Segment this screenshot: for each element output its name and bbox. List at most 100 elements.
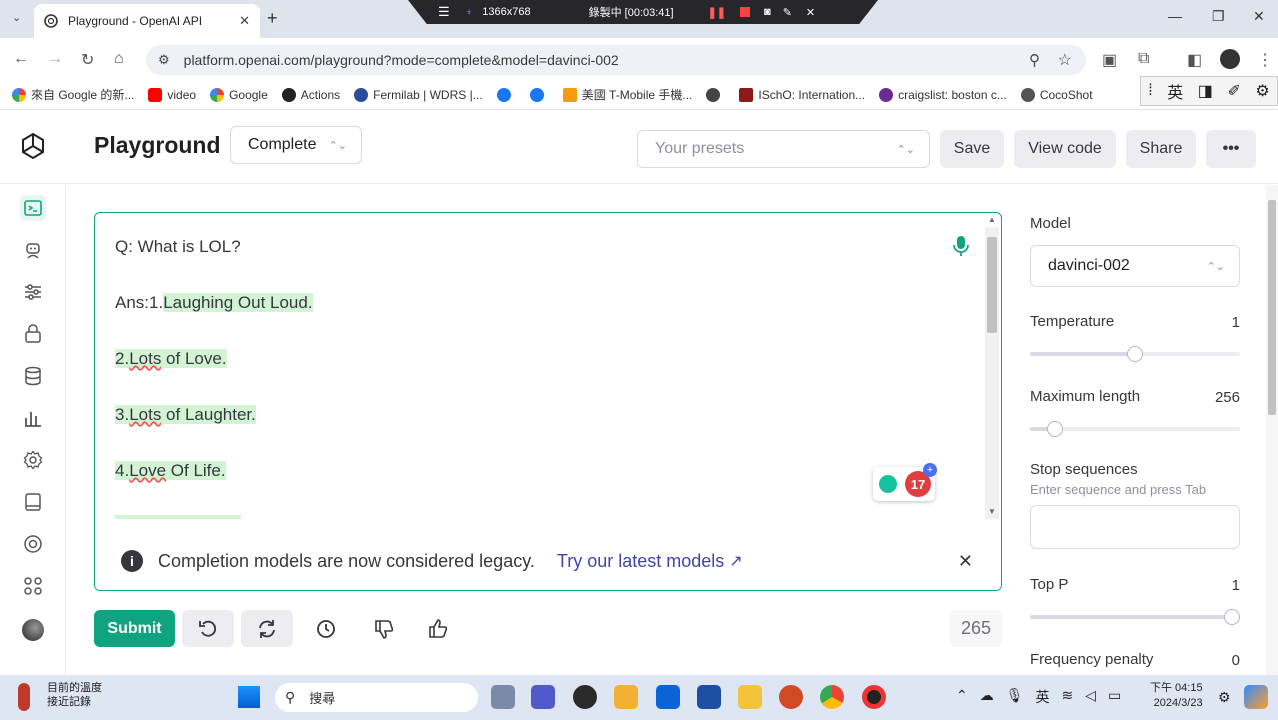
bookmark-star-icon[interactable]: ☆ bbox=[1058, 50, 1072, 70]
legacy-link[interactable]: Try our latest models bbox=[557, 551, 724, 572]
home-icon[interactable]: ⌂ bbox=[114, 50, 124, 68]
editor-scroll-thumb[interactable] bbox=[987, 237, 997, 333]
ime-language[interactable]: 英 bbox=[1167, 79, 1183, 103]
bookmark-item[interactable] bbox=[706, 87, 725, 102]
store-icon[interactable] bbox=[614, 685, 638, 709]
bookmark-item[interactable] bbox=[496, 87, 516, 102]
prompt-editor[interactable]: Q: What is LOL? Ans:1.Laughing Out Loud.… bbox=[94, 212, 1002, 591]
puzzle-icon[interactable]: ⧉ bbox=[1138, 50, 1149, 68]
window-restore-icon[interactable]: ❐ bbox=[1212, 8, 1225, 25]
browser-menu-icon[interactable]: ⋮ bbox=[1257, 50, 1273, 70]
presets-select[interactable]: Your presets ⌃⌄ bbox=[637, 130, 930, 168]
weather-widget[interactable]: 目前的溫度 接近記錄 bbox=[22, 681, 102, 709]
ime-width-icon[interactable]: ◨ bbox=[1198, 81, 1213, 101]
openai-logo-icon[interactable] bbox=[17, 130, 49, 162]
battery-icon[interactable]: ▭ bbox=[1108, 687, 1121, 707]
sidebar-docs-icon[interactable] bbox=[20, 489, 46, 515]
slider-thumb[interactable] bbox=[1127, 346, 1143, 362]
microphone-tray-icon[interactable]: 🎙 bbox=[1006, 687, 1024, 707]
sidebar-lock-icon[interactable] bbox=[20, 321, 46, 347]
file-explorer-icon[interactable] bbox=[738, 685, 762, 709]
windows-start-icon[interactable] bbox=[238, 686, 260, 708]
recorder-pin-icon[interactable]: ⍖ bbox=[466, 6, 473, 19]
scroll-up-icon[interactable]: ▲ bbox=[988, 215, 996, 224]
profile-avatar[interactable] bbox=[1220, 49, 1240, 69]
bookmark-item[interactable]: 來自 Google 的新... bbox=[12, 86, 134, 103]
ime-tool-icon[interactable]: ✐ bbox=[1227, 81, 1240, 101]
copilot-icon[interactable] bbox=[1244, 685, 1268, 709]
close-notice-icon[interactable]: ✕ bbox=[958, 551, 973, 572]
recorder-close-icon[interactable]: ✕ bbox=[806, 6, 815, 19]
app-u-icon[interactable] bbox=[656, 685, 680, 709]
sidebar-storage-icon[interactable] bbox=[20, 363, 46, 389]
recorder-camera-icon[interactable]: ◙ bbox=[764, 6, 771, 18]
recorder-menu-icon[interactable]: ☰ bbox=[438, 4, 450, 20]
scroll-down-icon[interactable]: ▼ bbox=[988, 507, 996, 516]
task-view-icon[interactable] bbox=[491, 685, 515, 709]
bookmark-item[interactable]: 美國 T-Mobile 手機... bbox=[562, 86, 692, 103]
slider-thumb[interactable] bbox=[1224, 609, 1240, 625]
view-code-button[interactable]: View code bbox=[1014, 130, 1116, 168]
reload-icon[interactable]: ↻ bbox=[81, 50, 94, 70]
bookmark-item[interactable]: video bbox=[148, 87, 196, 102]
share-button[interactable]: Share bbox=[1126, 130, 1196, 168]
extension-icon[interactable]: ▣ bbox=[1102, 50, 1117, 70]
sidebar-help-icon[interactable] bbox=[20, 531, 46, 557]
code-app-icon[interactable] bbox=[573, 685, 597, 709]
panel-scroll-thumb[interactable] bbox=[1268, 200, 1276, 415]
teams-icon[interactable] bbox=[531, 685, 555, 709]
save-button[interactable]: Save bbox=[940, 130, 1004, 168]
submit-button[interactable]: Submit bbox=[94, 610, 175, 647]
volume-icon[interactable]: ◁ bbox=[1085, 687, 1096, 707]
sidepanel-icon[interactable]: ◧ bbox=[1187, 50, 1202, 70]
thumbs-up-button[interactable] bbox=[412, 610, 464, 647]
sidebar-finetune-icon[interactable] bbox=[20, 279, 46, 305]
bookmark-item[interactable]: ISchO: Internation... bbox=[739, 87, 865, 102]
top-p-slider[interactable] bbox=[1030, 609, 1240, 625]
regenerate-button[interactable] bbox=[241, 610, 293, 647]
sidebar-assistants-icon[interactable] bbox=[20, 237, 46, 263]
slider-thumb[interactable] bbox=[1047, 421, 1064, 437]
thumbs-down-button[interactable] bbox=[358, 610, 410, 647]
recorder-pause-icon[interactable]: ❚❚ bbox=[708, 6, 726, 19]
temperature-slider[interactable] bbox=[1030, 346, 1240, 362]
tray-app-icon[interactable]: ☁ bbox=[980, 687, 994, 707]
max-length-slider[interactable] bbox=[1030, 421, 1240, 437]
url-bar[interactable]: ⚙ platform.openai.com/playground?mode=co… bbox=[146, 45, 1086, 75]
model-select[interactable]: davinci-002 ⌃⌄ bbox=[1030, 245, 1240, 287]
window-minimize-icon[interactable]: — bbox=[1168, 8, 1182, 24]
bookmark-item[interactable] bbox=[529, 87, 549, 102]
sidebar-apps-icon[interactable] bbox=[20, 573, 46, 599]
tray-chevron-icon[interactable]: ⌃ bbox=[956, 687, 968, 707]
bookmark-item[interactable]: CocoShot bbox=[1020, 87, 1093, 102]
bookmark-item[interactable]: Fermilab | WDRS |... bbox=[354, 87, 483, 102]
bookmark-item[interactable]: Google bbox=[210, 87, 268, 102]
stop-sequences-input[interactable] bbox=[1030, 505, 1240, 549]
recorder-stop-icon[interactable] bbox=[740, 7, 751, 17]
wifi-icon[interactable]: ≋ bbox=[1062, 687, 1074, 707]
microphone-icon[interactable] bbox=[952, 235, 970, 257]
tab-search-chevron-icon[interactable]: ⌄ bbox=[12, 11, 21, 24]
forward-icon[interactable]: → bbox=[47, 50, 63, 68]
external-link-icon[interactable]: ↗ bbox=[729, 551, 742, 571]
undo-button[interactable] bbox=[182, 610, 234, 647]
new-tab-icon[interactable]: + bbox=[267, 8, 278, 29]
zoom-icon[interactable]: ⚲ bbox=[1029, 51, 1040, 69]
browser-tab-active[interactable]: Playground - OpenAI API ✕ bbox=[34, 4, 260, 38]
mode-select[interactable]: Complete ⌃⌄ bbox=[230, 126, 362, 164]
bookmark-item[interactable]: craigslist: boston c... bbox=[879, 87, 1007, 102]
site-info-icon[interactable]: ⚙ bbox=[158, 52, 170, 68]
word-icon[interactable] bbox=[697, 685, 721, 709]
taskbar-clock[interactable]: 下午 04:15 2024/3/23 bbox=[1150, 681, 1203, 711]
ime-settings-icon[interactable]: ⚙ bbox=[1255, 81, 1269, 101]
chrome-icon[interactable] bbox=[820, 685, 844, 709]
window-close-icon[interactable]: ✕ bbox=[1253, 8, 1265, 25]
sidebar-playground-icon[interactable] bbox=[20, 195, 46, 221]
history-button[interactable] bbox=[300, 610, 352, 647]
settings-tray-icon[interactable]: ⚙ bbox=[1218, 689, 1231, 706]
powerpoint-icon[interactable] bbox=[779, 685, 803, 709]
bookmark-item[interactable]: Actions bbox=[281, 87, 340, 102]
user-avatar[interactable] bbox=[20, 617, 46, 643]
more-button[interactable]: ••• bbox=[1206, 130, 1256, 168]
recorder-pen-icon[interactable]: ✎ bbox=[783, 6, 792, 19]
